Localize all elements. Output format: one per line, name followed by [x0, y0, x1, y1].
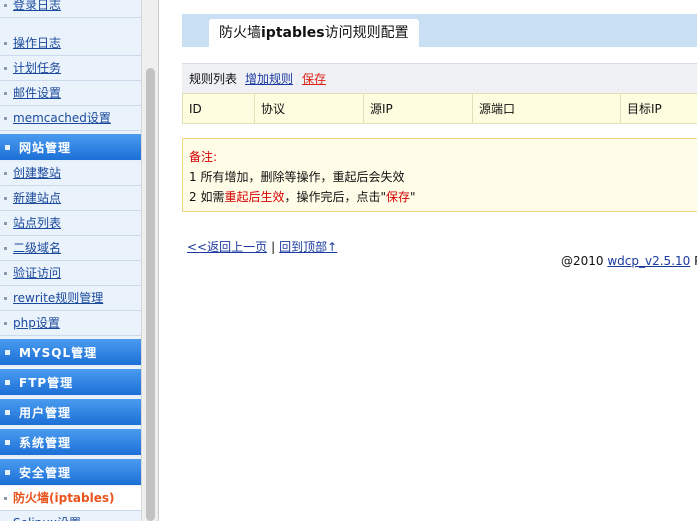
- notes-box: 备注: 1 所有增加，删除等操作，重起后会失效 2 如需重起后生效，操作完后，点…: [182, 138, 697, 212]
- sidebar: 登录日志 操作日志 计划任务 邮件设置 memcached设置 网站管理 创建整…: [0, 0, 141, 521]
- sidebar-item-site-list[interactable]: 站点列表: [0, 211, 141, 236]
- sidebar-section-mysql[interactable]: MYSQL管理: [0, 339, 141, 367]
- sidebar-section-system[interactable]: 系统管理: [0, 429, 141, 457]
- note-line-1: 1 所有增加，删除等操作，重起后会失效: [189, 170, 405, 184]
- bullet-icon: [4, 4, 7, 7]
- square-icon: [5, 145, 10, 150]
- column-header-source-port: 源端口: [472, 93, 621, 124]
- scrollbar-thumb[interactable]: [146, 68, 155, 521]
- save-link[interactable]: 保存: [302, 64, 326, 94]
- bullet-icon: [4, 222, 7, 225]
- back-link[interactable]: <<返回上一页: [187, 240, 267, 254]
- sidebar-item-auth-access[interactable]: 验证访问: [0, 261, 141, 286]
- bullet-icon: [4, 67, 7, 70]
- sidebar-item-create-full-site[interactable]: 创建整站: [0, 161, 141, 186]
- square-icon: [5, 380, 10, 385]
- bullet-icon: [4, 247, 7, 250]
- version-link[interactable]: wdcp_v2.5.10: [607, 254, 690, 268]
- bullet-icon: [4, 117, 7, 120]
- sidebar-item-php-settings[interactable]: php设置: [0, 311, 141, 336]
- square-icon: [5, 440, 10, 445]
- sidebar-item-scheduled-tasks[interactable]: 计划任务: [0, 56, 141, 81]
- sidebar-item-subdomain[interactable]: 二级域名: [0, 236, 141, 261]
- link-separator: |: [271, 240, 276, 254]
- sidebar-item-memcached[interactable]: memcached设置: [0, 106, 141, 131]
- bullet-icon: [4, 172, 7, 175]
- sidebar-item-login-log[interactable]: 登录日志: [0, 0, 141, 18]
- sidebar-item-selinux[interactable]: Selinux设置: [0, 511, 141, 521]
- sidebar-scrollbar[interactable]: [141, 0, 159, 521]
- column-header-dest-ip: 目标IP: [620, 93, 697, 124]
- sidebar-section-ftp[interactable]: FTP管理: [0, 369, 141, 397]
- bullet-icon: [4, 197, 7, 200]
- footer-links: <<返回上一页 | 回到顶部↑: [187, 238, 337, 255]
- sidebar-item-new-site[interactable]: 新建站点: [0, 186, 141, 211]
- sidebar-section-website[interactable]: 网站管理: [0, 134, 141, 162]
- copyright: @2010 wdcp_v2.5.10 Po: [561, 254, 697, 268]
- sidebar-section-users[interactable]: 用户管理: [0, 399, 141, 427]
- square-icon: [5, 410, 10, 415]
- rules-list-header: 规则列表 增加规则 保存: [182, 63, 697, 93]
- back-to-top-link[interactable]: 回到顶部↑: [279, 240, 337, 254]
- column-header-source-ip: 源IP: [363, 93, 473, 124]
- title-bar: 防火墙iptables访问规则配置: [182, 14, 697, 47]
- bullet-icon: [4, 92, 7, 95]
- bullet-icon: [4, 497, 7, 500]
- sidebar-section-security[interactable]: 安全管理: [0, 459, 141, 487]
- sidebar-item-mail-settings[interactable]: 邮件设置: [0, 81, 141, 106]
- main-content: 防火墙iptables访问规则配置 规则列表 增加规则 保存 ID 协议 源IP…: [159, 0, 697, 521]
- column-header-id: ID: [182, 93, 255, 124]
- notes-title: 备注:: [189, 150, 218, 164]
- bullet-icon: [4, 297, 7, 300]
- square-icon: [5, 350, 10, 355]
- bullet-icon: [4, 42, 7, 45]
- page-title: 防火墙iptables访问规则配置: [209, 19, 419, 47]
- add-rule-link[interactable]: 增加规则: [245, 64, 293, 94]
- bullet-icon: [4, 322, 7, 325]
- rules-table: ID 协议 源IP 源端口 目标IP: [182, 93, 697, 124]
- bullet-icon: [4, 272, 7, 275]
- rules-list-label: 规则列表: [189, 72, 238, 86]
- column-header-protocol: 协议: [254, 93, 364, 124]
- sidebar-item-rewrite-rules[interactable]: rewrite规则管理: [0, 286, 141, 311]
- table-header-row: ID 协议 源IP 源端口 目标IP: [182, 93, 697, 124]
- square-icon: [5, 470, 10, 475]
- sidebar-item-firewall-iptables[interactable]: 防火墙(iptables): [0, 486, 141, 511]
- sidebar-item-operation-log[interactable]: 操作日志: [0, 31, 141, 56]
- note-line-2: 2 如需重起后生效，操作完后，点击"保存": [189, 190, 416, 204]
